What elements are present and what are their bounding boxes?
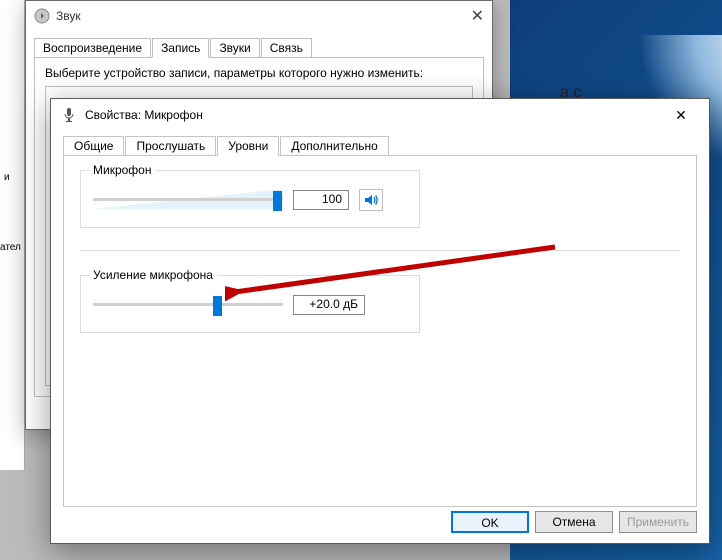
close-icon[interactable]: ✕ <box>460 6 484 26</box>
tab-listen[interactable]: Прослушать <box>125 136 216 156</box>
slider-thumb[interactable] <box>213 296 222 316</box>
tab-recording[interactable]: Запись <box>152 38 209 58</box>
tab-playback[interactable]: Воспроизведение <box>34 38 151 58</box>
speaker-icon <box>363 192 379 208</box>
tab-sounds[interactable]: Звуки <box>210 38 259 58</box>
mic-properties-window: Свойства: Микрофон ✕ Общие Прослушать Ур… <box>50 98 710 544</box>
mic-level-value[interactable]: 100 <box>293 190 349 210</box>
microphone-icon <box>61 107 77 123</box>
sound-window-titlebar[interactable]: Звук ✕ <box>26 1 492 31</box>
divider <box>80 250 680 251</box>
tab-levels[interactable]: Уровни <box>217 136 279 156</box>
apply-button[interactable]: Применить <box>619 511 697 533</box>
cancel-button[interactable]: Отмена <box>535 511 613 533</box>
slider-track <box>93 198 283 201</box>
recording-hint-text: Выберите устройство записи, параметры ко… <box>45 66 473 80</box>
mic-level-slider[interactable] <box>93 189 283 211</box>
mic-properties-titlebar[interactable]: Свойства: Микрофон ✕ <box>51 99 709 131</box>
sound-window-title: Звук <box>56 9 454 23</box>
sound-tabs: Воспроизведение Запись Звуки Связь <box>34 38 484 58</box>
levels-panel: Микрофон 100 <box>63 155 697 507</box>
tab-general[interactable]: Общие <box>63 136 124 156</box>
mic-boost-slider[interactable] <box>93 294 283 316</box>
dialog-buttons: OK Отмена Применить <box>451 511 697 533</box>
slider-track <box>93 303 283 306</box>
sound-icon <box>34 8 50 24</box>
mic-properties-title: Свойства: Микрофон <box>85 108 655 122</box>
background-window-strip <box>0 0 25 470</box>
mic-boost-value[interactable]: +20.0 дБ <box>293 295 365 315</box>
mic-boost-group: Усиление микрофона +20.0 дБ <box>80 275 420 333</box>
slider-thumb[interactable] <box>273 191 282 211</box>
close-icon[interactable]: ✕ <box>663 107 699 124</box>
background-text-fragment: и <box>4 172 10 183</box>
mic-level-group: Микрофон 100 <box>80 170 420 228</box>
mic-properties-tabs: Общие Прослушать Уровни Дополнительно <box>63 136 697 156</box>
ok-button[interactable]: OK <box>451 511 529 533</box>
background-text-fragment: ател <box>0 242 21 253</box>
mute-button[interactable] <box>359 189 383 211</box>
tab-advanced[interactable]: Дополнительно <box>280 136 388 156</box>
mic-boost-label: Усиление микрофона <box>89 268 217 282</box>
mic-level-label: Микрофон <box>89 163 155 177</box>
tab-communication[interactable]: Связь <box>261 38 312 58</box>
